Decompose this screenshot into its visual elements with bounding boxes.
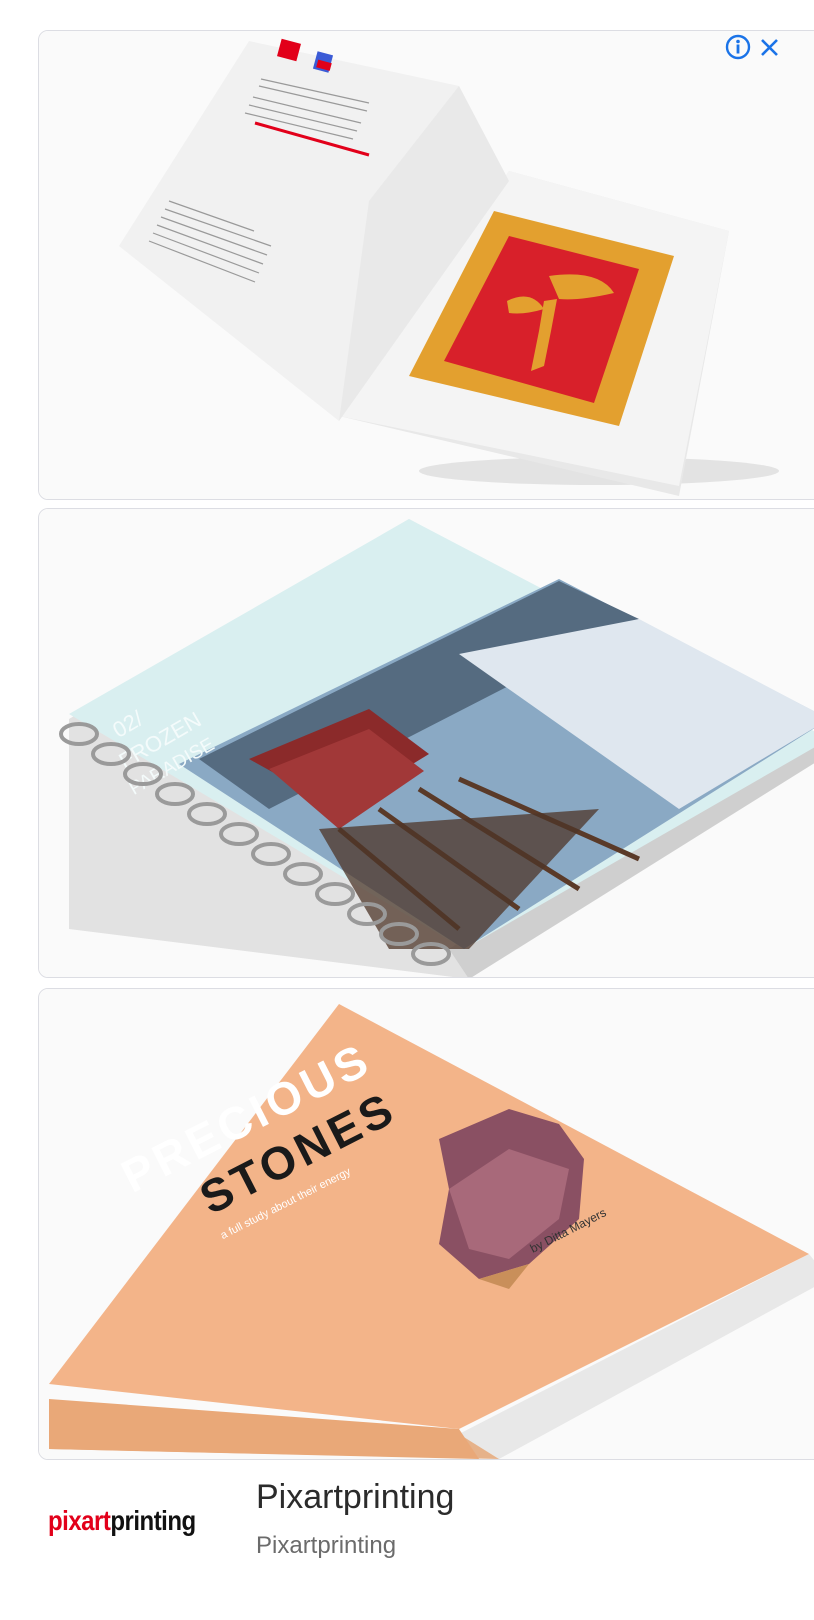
ad-card[interactable]: 02/ FROZEN PARADISE PRECIOUS STONES a fu… bbox=[38, 30, 814, 1460]
booklet-illustration bbox=[39, 31, 814, 499]
logo-part-printing: printing bbox=[110, 1505, 196, 1537]
product-image-notebook[interactable]: 02/ FROZEN PARADISE bbox=[38, 508, 814, 978]
hardcover-illustration: PRECIOUS STONES a full study about their… bbox=[39, 989, 814, 1459]
logo-part-pixart: pixart bbox=[48, 1505, 111, 1537]
advertiser-subtitle[interactable]: Pixartprinting bbox=[256, 1532, 396, 1560]
advertiser-logo[interactable]: pixartprinting bbox=[48, 1506, 196, 1538]
ad-choices[interactable] bbox=[724, 30, 814, 64]
product-image-booklet[interactable] bbox=[38, 30, 814, 500]
info-icon[interactable] bbox=[724, 33, 752, 61]
notebook-illustration: 02/ FROZEN PARADISE bbox=[39, 509, 814, 977]
advertiser-name[interactable]: Pixartprinting bbox=[256, 1478, 454, 1517]
product-image-hardcover[interactable]: PRECIOUS STONES a full study about their… bbox=[38, 988, 814, 1460]
close-icon[interactable] bbox=[758, 35, 782, 59]
ad-footer[interactable]: pixartprinting Pixartprinting Pixartprin… bbox=[0, 1460, 814, 1620]
